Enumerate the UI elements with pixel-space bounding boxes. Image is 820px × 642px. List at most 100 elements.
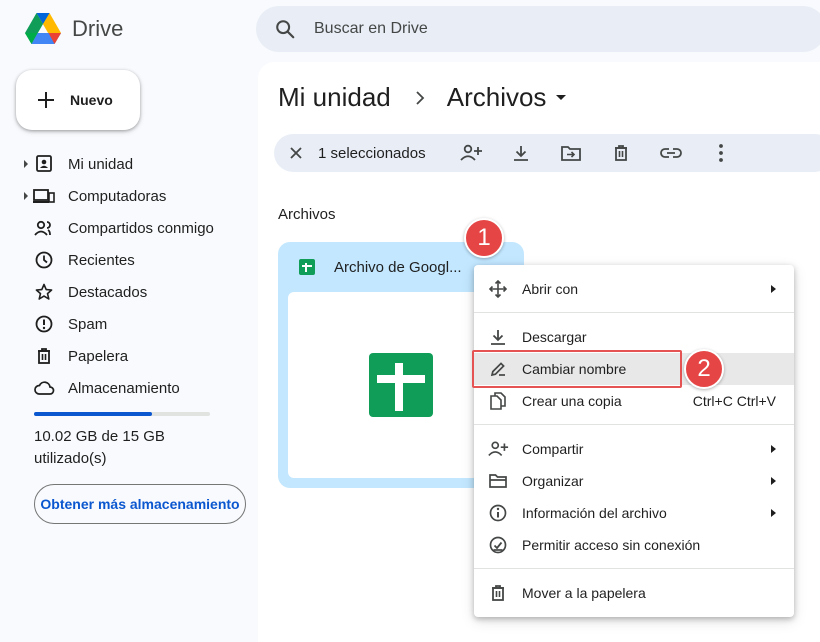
app-name: Drive xyxy=(72,16,124,41)
breadcrumb: Mi unidad Archivos xyxy=(278,82,567,113)
submenu-arrow-icon xyxy=(771,445,776,453)
trash-icon xyxy=(486,581,510,605)
storage-usage-bar xyxy=(34,412,210,416)
submenu-arrow-icon xyxy=(771,285,776,293)
submenu-arrow-icon xyxy=(771,477,776,485)
more-actions-button[interactable] xyxy=(696,134,746,172)
trash-icon xyxy=(614,145,627,161)
sidebar-item-label: Spam xyxy=(68,315,108,333)
menu-item-label: Información del archivo xyxy=(522,505,667,521)
menu-item-share[interactable]: Compartir xyxy=(474,433,794,465)
sheets-thumbnail-icon xyxy=(369,353,433,417)
close-icon xyxy=(290,147,302,159)
cloud-icon xyxy=(32,376,56,400)
keyboard-shortcut: Ctrl+C Ctrl+V xyxy=(692,393,776,409)
submenu-arrow-icon xyxy=(771,509,776,517)
menu-item-offline[interactable]: Permitir acceso sin conexión xyxy=(474,529,794,561)
sidebar-item-label: Recientes xyxy=(68,251,135,269)
sidebar-item-spam[interactable]: Spam xyxy=(22,308,252,340)
download-icon xyxy=(486,325,510,349)
sheets-icon xyxy=(299,259,315,275)
menu-item-download[interactable]: Descargar xyxy=(474,321,794,353)
new-button[interactable]: Nuevo xyxy=(16,70,140,130)
search-bar[interactable]: Buscar en Drive xyxy=(256,6,820,52)
spam-icon xyxy=(32,312,56,336)
dropdown-caret-icon[interactable] xyxy=(556,95,567,100)
selection-count: 1 seleccionados xyxy=(318,144,426,162)
menu-item-open-with[interactable]: Abrir con xyxy=(474,273,794,305)
selection-toolbar: 1 seleccionados xyxy=(274,134,820,172)
plus-icon xyxy=(38,92,54,108)
move-button[interactable] xyxy=(546,134,596,172)
add-person-icon xyxy=(459,144,482,161)
sidebar-item-label: Papelera xyxy=(68,347,129,365)
menu-divider xyxy=(474,568,794,569)
folder-icon xyxy=(486,469,510,493)
menu-item-organize[interactable]: Organizar xyxy=(474,465,794,497)
sidebar-item-trash[interactable]: Papelera xyxy=(22,340,252,372)
trash-icon xyxy=(32,344,56,368)
step-1-badge: 1 xyxy=(464,218,504,258)
sidebar-item-label: Computadoras xyxy=(68,187,167,205)
open-with-icon xyxy=(486,277,510,301)
menu-item-label: Abrir con xyxy=(522,281,579,297)
step-2-badge: 2 xyxy=(684,349,724,389)
expand-caret-icon[interactable] xyxy=(24,160,28,168)
rename-highlight-box xyxy=(472,350,682,388)
storage-usage-text: 10.02 GB de 15 GB utilizado(s) xyxy=(34,428,165,467)
chevron-right-icon xyxy=(415,90,425,106)
menu-item-move-to-trash[interactable]: Mover a la papelera xyxy=(474,577,794,609)
storage-usage-fill xyxy=(34,412,152,416)
menu-item-label: Crear una copia xyxy=(522,393,622,409)
drive-logo[interactable]: Drive xyxy=(24,12,123,46)
my-drive-icon xyxy=(32,152,56,176)
sidebar-item-starred[interactable]: Destacados xyxy=(22,276,252,308)
share-icon xyxy=(486,437,510,461)
breadcrumb-current[interactable]: Archivos xyxy=(447,82,547,113)
sidebar-item-shared[interactable]: Compartidos conmigo xyxy=(22,212,252,244)
sidebar-item-storage[interactable]: Almacenamiento xyxy=(22,372,252,404)
menu-item-label: Permitir acceso sin conexión xyxy=(522,537,701,553)
star-icon xyxy=(32,280,56,304)
search-input[interactable]: Buscar en Drive xyxy=(314,20,428,38)
clock-icon xyxy=(32,248,56,272)
search-icon[interactable] xyxy=(274,18,296,40)
move-folder-icon xyxy=(560,146,581,161)
menu-item-label: Compartir xyxy=(522,441,584,457)
info-icon xyxy=(486,501,510,525)
sidebar-nav: Mi unidad Computadoras Compartidos conmi… xyxy=(22,148,252,404)
section-title: Archivos xyxy=(278,206,336,223)
breadcrumb-parent[interactable]: Mi unidad xyxy=(278,82,391,113)
download-icon xyxy=(513,146,528,161)
delete-button[interactable] xyxy=(596,134,646,172)
sidebar-item-label: Destacados xyxy=(68,283,148,301)
sidebar-item-recent[interactable]: Recientes xyxy=(22,244,252,276)
context-menu: Abrir con Descargar Cambiar nombre Crear… xyxy=(474,265,794,617)
menu-divider xyxy=(474,424,794,425)
offline-icon xyxy=(486,533,510,557)
share-button[interactable] xyxy=(446,134,496,172)
copy-link-button[interactable] xyxy=(646,134,696,172)
more-vertical-icon xyxy=(718,144,723,162)
link-icon xyxy=(659,148,682,158)
sidebar-item-computers[interactable]: Computadoras xyxy=(22,180,252,212)
get-more-storage-button[interactable]: Obtener más almacenamiento xyxy=(34,484,246,524)
sidebar-item-label: Mi unidad xyxy=(68,155,134,173)
drive-logo-icon xyxy=(25,13,61,44)
sidebar-item-label: Compartidos conmigo xyxy=(68,219,214,237)
menu-item-label: Mover a la papelera xyxy=(522,585,646,601)
download-button[interactable] xyxy=(496,134,546,172)
clear-selection-button[interactable] xyxy=(274,146,318,160)
computers-icon xyxy=(32,184,56,208)
menu-item-file-info[interactable]: Información del archivo xyxy=(474,497,794,529)
copy-icon xyxy=(486,389,510,413)
sidebar-item-my-drive[interactable]: Mi unidad xyxy=(22,148,252,180)
sidebar-item-label: Almacenamiento xyxy=(68,379,180,397)
menu-item-label: Descargar xyxy=(522,329,587,345)
file-name: Archivo de Googl... xyxy=(334,258,462,276)
shared-icon xyxy=(32,216,56,240)
menu-item-make-copy[interactable]: Crear una copia Ctrl+C Ctrl+V xyxy=(474,385,794,417)
menu-item-label: Organizar xyxy=(522,473,584,489)
expand-caret-icon[interactable] xyxy=(24,192,28,200)
new-button-label: Nuevo xyxy=(70,92,113,108)
